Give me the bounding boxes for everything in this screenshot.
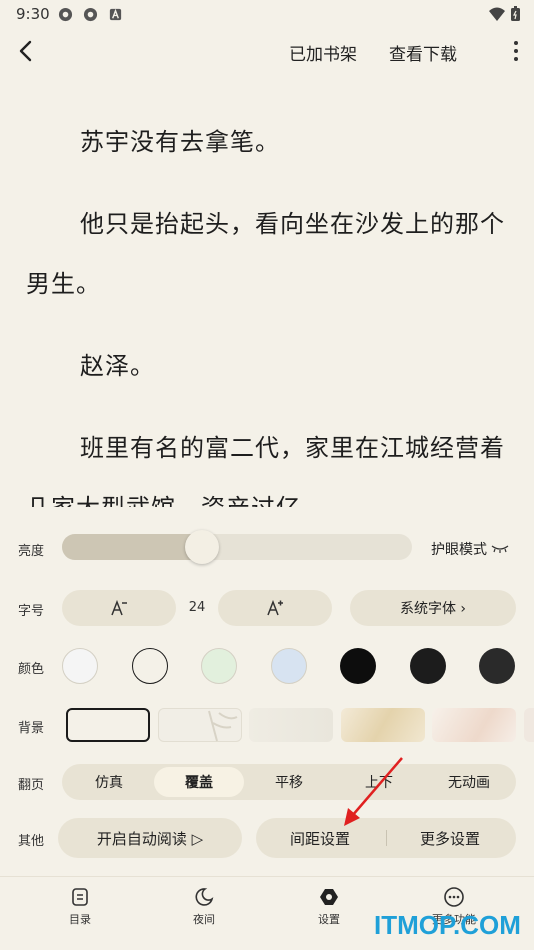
background-option-parchment[interactable] xyxy=(341,708,425,742)
nav-label: 目录 xyxy=(69,913,91,926)
background-label: 背景 xyxy=(18,721,45,736)
status-bar: 9:30 xyxy=(0,0,534,28)
color-option[interactable] xyxy=(131,648,168,684)
more-circle-icon xyxy=(444,887,464,907)
page-turn-option-cover[interactable]: 覆盖 xyxy=(154,767,244,797)
paragraph: 苏宇没有去拿笔。 xyxy=(80,128,280,156)
background-option-paper[interactable] xyxy=(249,708,333,742)
status-time: 9:30 xyxy=(16,5,50,23)
watermark-text: ITMOP.COM xyxy=(374,910,521,940)
brightness-fill xyxy=(62,534,202,560)
background-option-plain[interactable] xyxy=(66,708,150,742)
brightness-label: 亮度 xyxy=(18,544,45,559)
font-family-button[interactable]: 系统字体 › xyxy=(350,590,516,626)
settings-hex-icon xyxy=(320,889,338,905)
eye-protection-label: 护眼模式 xyxy=(431,542,487,558)
nav-label: 夜间 xyxy=(193,913,215,926)
divider xyxy=(386,830,387,846)
font-size-label: 字号 xyxy=(18,604,45,619)
other-label: 其他 xyxy=(18,834,45,849)
background-option-pink[interactable] xyxy=(432,708,516,742)
page-turn-option-slide[interactable]: 平移 xyxy=(244,767,334,797)
font-increase-button[interactable] xyxy=(218,590,332,626)
reading-content: 苏宇没有去拿笔。 他只是抬起头，看向坐在沙发上的那个男生。 赵泽。 班里有名的富… xyxy=(0,112,534,507)
page-turn-option-simulate[interactable]: 仿真 xyxy=(64,767,154,797)
font-increase-icon xyxy=(267,600,283,616)
color-option[interactable] xyxy=(409,648,446,684)
more-settings-button[interactable]: 更多设置 xyxy=(420,828,480,849)
font-decrease-button[interactable] xyxy=(62,590,176,626)
added-bookshelf-button[interactable]: 已加书架 xyxy=(289,40,357,65)
color-option[interactable] xyxy=(270,648,307,684)
eye-protection-toggle[interactable]: 护眼模式 xyxy=(431,539,509,559)
color-option[interactable] xyxy=(479,648,515,684)
page-turn-selector: 仿真 覆盖 平移 上下 无动画 xyxy=(62,764,516,800)
catalog-icon xyxy=(72,888,88,906)
reader-top-bar: 已加书架 查看下载 xyxy=(0,30,534,74)
brightness-slider[interactable] xyxy=(62,534,412,560)
closed-eye-icon xyxy=(491,545,509,553)
background-option-more[interactable] xyxy=(524,708,534,742)
app-notification-icon-2 xyxy=(83,7,98,22)
moon-icon xyxy=(195,888,214,906)
more-options-icon[interactable] xyxy=(512,38,520,64)
annotation-arrow-icon xyxy=(344,757,403,826)
font-notification-icon xyxy=(109,8,122,21)
paragraph: 他只是抬起头，看向坐在沙发上的那个男生。 xyxy=(26,210,505,298)
color-option[interactable] xyxy=(201,648,237,684)
view-download-button[interactable]: 查看下载 xyxy=(389,40,457,65)
paragraph: 赵泽。 xyxy=(80,352,155,380)
status-right xyxy=(489,6,520,21)
brightness-slider-handle[interactable] xyxy=(185,530,219,564)
nav-item-catalog[interactable]: 目录 xyxy=(40,887,120,927)
bamboo-pattern xyxy=(208,710,238,742)
battery-icon xyxy=(511,6,520,21)
color-label: 颜色 xyxy=(18,662,45,677)
font-decrease-icon xyxy=(111,600,127,616)
auto-read-button[interactable]: 开启自动阅读 ▷ xyxy=(58,818,242,858)
paragraph: 班里有名的富二代，家里在江城经营着几家大型武馆，资产过亿 xyxy=(26,434,505,507)
nav-item-night[interactable]: 夜间 xyxy=(164,887,244,927)
wifi-icon xyxy=(489,7,505,21)
app-notification-icon xyxy=(58,7,73,22)
color-option[interactable] xyxy=(62,648,98,684)
nav-label: 设置 xyxy=(318,913,340,926)
nav-item-settings[interactable]: 设置 xyxy=(289,887,369,927)
page-turn-label: 翻页 xyxy=(18,778,45,793)
page-turn-option-none[interactable]: 无动画 xyxy=(424,767,514,797)
background-option-bamboo[interactable] xyxy=(158,708,242,742)
back-arrow-icon[interactable] xyxy=(12,36,42,66)
font-size-value: 24 xyxy=(188,600,206,615)
color-option[interactable] xyxy=(340,648,376,684)
